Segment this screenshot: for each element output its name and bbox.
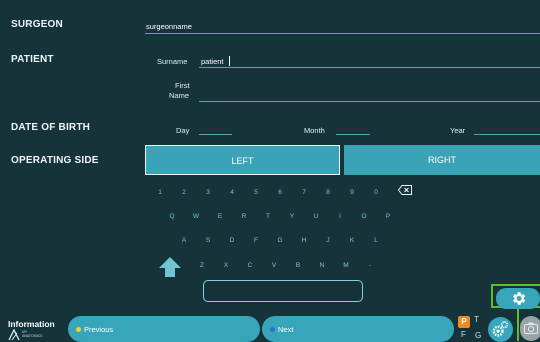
- surgeon-label: SURGEON: [11, 19, 63, 30]
- p-badge[interactable]: P: [458, 316, 470, 328]
- camera-icon: [524, 322, 538, 334]
- first-name-label-line2: Name: [169, 91, 190, 100]
- patient-label: PATIENT: [11, 54, 54, 65]
- surgeon-input-value[interactable]: surgeonname: [146, 22, 192, 31]
- letter-g: G: [475, 331, 482, 340]
- backspace-icon[interactable]: [398, 185, 412, 195]
- operating-side-label: OPERATING SIDE: [11, 155, 99, 166]
- key-hyphen[interactable]: -: [363, 262, 377, 269]
- surname-input-underline[interactable]: [199, 67, 540, 68]
- next-label: Next: [278, 325, 294, 334]
- first-name-input-underline[interactable]: [199, 101, 540, 102]
- key-p[interactable]: P: [381, 213, 395, 220]
- key-3[interactable]: 3: [201, 189, 215, 196]
- key-j[interactable]: J: [321, 237, 335, 244]
- month-label: Month: [304, 126, 325, 135]
- next-button[interactable]: Next: [262, 316, 454, 342]
- year-label: Year: [450, 126, 466, 135]
- camera-button[interactable]: [520, 316, 540, 341]
- key-a[interactable]: A: [177, 237, 191, 244]
- key-b[interactable]: B: [291, 262, 305, 269]
- surname-label: Surname: [157, 57, 188, 66]
- key-r[interactable]: R: [237, 213, 251, 220]
- key-9[interactable]: 9: [345, 189, 359, 196]
- key-4[interactable]: 4: [225, 189, 239, 196]
- gears-icon: [492, 321, 509, 337]
- right-side-button[interactable]: RIGHT: [344, 145, 540, 175]
- settings-gear-icon: [513, 292, 526, 305]
- highlight-connector: [517, 308, 519, 341]
- key-n[interactable]: N: [315, 262, 329, 269]
- key-d[interactable]: D: [225, 237, 239, 244]
- shift-arrow-icon[interactable]: [158, 256, 182, 278]
- logo-text: MY ANATOMICS: [22, 330, 43, 338]
- key-c[interactable]: C: [243, 262, 257, 269]
- key-7[interactable]: 7: [297, 189, 311, 196]
- year-input[interactable]: [474, 134, 540, 135]
- key-k[interactable]: K: [345, 237, 359, 244]
- keyboard-text-input[interactable]: [203, 280, 363, 302]
- key-2[interactable]: 2: [177, 189, 191, 196]
- previous-label: Previous: [84, 325, 114, 334]
- key-l[interactable]: L: [369, 237, 383, 244]
- key-0[interactable]: 0: [369, 189, 383, 196]
- key-h[interactable]: H: [297, 237, 311, 244]
- key-v[interactable]: V: [267, 262, 281, 269]
- settings-button[interactable]: [496, 288, 540, 309]
- left-side-button[interactable]: LEFT: [145, 145, 340, 175]
- key-f[interactable]: F: [249, 237, 263, 244]
- key-u[interactable]: U: [309, 213, 323, 220]
- key-i[interactable]: I: [333, 213, 347, 220]
- key-5[interactable]: 5: [249, 189, 263, 196]
- key-s[interactable]: S: [201, 237, 215, 244]
- key-g[interactable]: G: [273, 237, 287, 244]
- key-m[interactable]: M: [339, 262, 353, 269]
- information-title: Information: [8, 319, 55, 329]
- key-6[interactable]: 6: [273, 189, 287, 196]
- day-input[interactable]: [199, 134, 232, 135]
- key-y[interactable]: Y: [285, 213, 299, 220]
- key-o[interactable]: O: [357, 213, 371, 220]
- key-q[interactable]: Q: [165, 213, 179, 220]
- key-8[interactable]: 8: [321, 189, 335, 196]
- key-t[interactable]: T: [261, 213, 275, 220]
- key-e[interactable]: E: [213, 213, 227, 220]
- letter-t: T: [474, 315, 479, 324]
- key-x[interactable]: X: [219, 262, 233, 269]
- text-cursor: [229, 56, 230, 66]
- surgeon-input-underline[interactable]: [145, 33, 540, 34]
- key-1[interactable]: 1: [153, 189, 167, 196]
- previous-dot-icon: [76, 327, 81, 332]
- gears-button[interactable]: [488, 317, 513, 342]
- month-input[interactable]: [336, 134, 370, 135]
- logo-icon: [8, 329, 20, 341]
- next-dot-icon: [270, 327, 275, 332]
- letter-f: F: [461, 330, 466, 339]
- date-of-birth-label: DATE OF BIRTH: [11, 122, 91, 133]
- key-w[interactable]: W: [189, 213, 203, 220]
- day-label: Day: [176, 126, 190, 135]
- first-name-label-line1: First: [175, 81, 190, 90]
- previous-button[interactable]: Previous: [68, 316, 260, 342]
- key-z[interactable]: Z: [195, 262, 209, 269]
- surname-input-value[interactable]: patient: [201, 57, 224, 66]
